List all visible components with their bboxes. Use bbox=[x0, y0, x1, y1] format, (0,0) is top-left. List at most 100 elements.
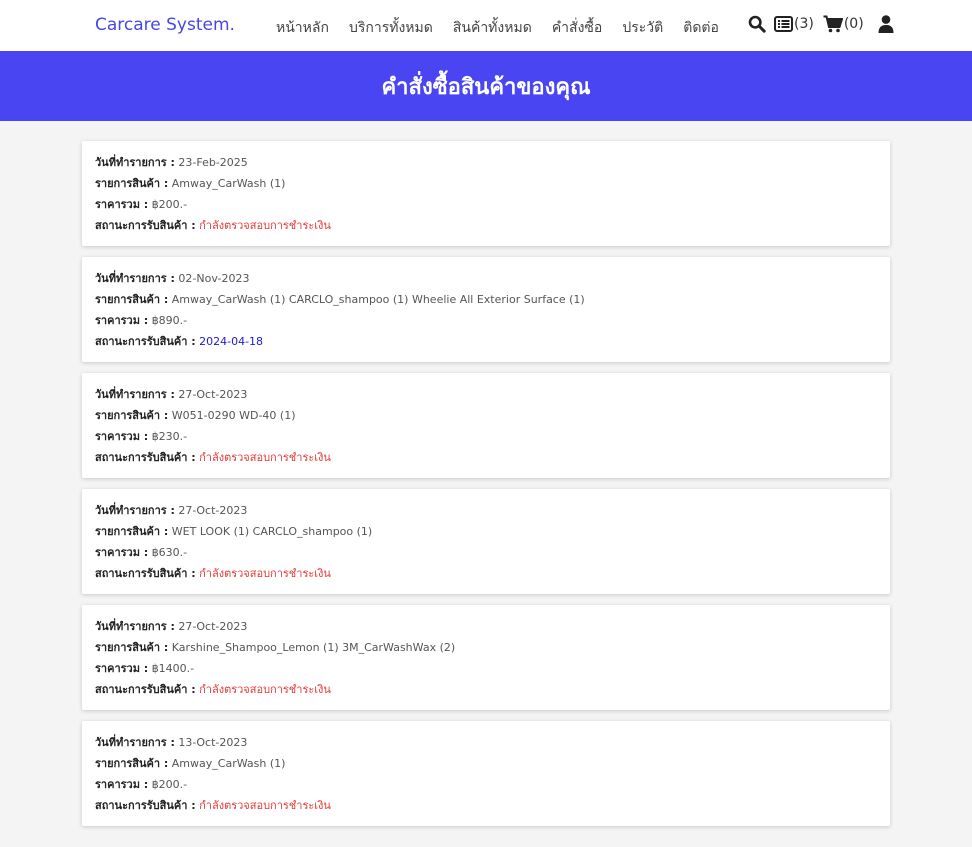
order-total-label: ราคารวม : bbox=[95, 778, 149, 791]
order-status-value: 2024-04-18 bbox=[199, 335, 264, 348]
page-title: คำสั่งซื้อสินค้าของคุณ bbox=[381, 74, 591, 100]
order-status-value: กำลังตรวจสอบการชำระเงิน bbox=[199, 799, 331, 812]
nav-history[interactable]: ประวัติ bbox=[612, 17, 673, 39]
order-total-row: ราคารวม : ฿1400.- bbox=[95, 659, 890, 680]
order-total-label: ราคารวม : bbox=[95, 430, 149, 443]
nav-all-products[interactable]: สินค้าทั้งหมด bbox=[443, 17, 542, 39]
order-items-label: รายการสินค้า : bbox=[95, 293, 169, 306]
order-list-button[interactable]: (3) bbox=[774, 16, 814, 32]
order-date-value: 23-Feb-2025 bbox=[178, 156, 248, 169]
order-total-value: ฿1400.- bbox=[151, 662, 195, 675]
order-status-row: สถานะการรับสินค้า : กำลังตรวจสอบการชำระเ… bbox=[95, 448, 890, 469]
cart-button[interactable]: (0) bbox=[823, 15, 864, 33]
order-card: วันที่ทำรายการ : 27-Oct-2023 รายการสินค้… bbox=[82, 489, 890, 594]
order-status-value: กำลังตรวจสอบการชำระเงิน bbox=[199, 451, 331, 464]
order-total-row: ราคารวม : ฿200.- bbox=[95, 195, 890, 216]
order-total-value: ฿200.- bbox=[151, 198, 188, 211]
nav-contact[interactable]: ติดต่อ bbox=[673, 17, 729, 39]
order-items-value: Amway_CarWash (1) bbox=[171, 757, 286, 770]
nav-icons: (3) (0) bbox=[748, 15, 894, 33]
order-date-value: 27-Oct-2023 bbox=[178, 388, 248, 401]
order-date-row: วันที่ทำรายการ : 23-Feb-2025 bbox=[95, 153, 890, 174]
order-total-row: ราคารวม : ฿200.- bbox=[95, 775, 890, 796]
order-items-value: WET LOOK (1) CARCLO_shampoo (1) bbox=[171, 525, 373, 538]
order-total-value: ฿890.- bbox=[151, 314, 188, 327]
order-status-row: สถานะการรับสินค้า : กำลังตรวจสอบการชำระเ… bbox=[95, 564, 890, 585]
order-total-label: ราคารวม : bbox=[95, 198, 149, 211]
brand-logo-link[interactable]: Carcare System. bbox=[95, 15, 235, 35]
search-icon bbox=[748, 15, 766, 33]
order-date-row: วันที่ทำรายการ : 02-Nov-2023 bbox=[95, 269, 890, 290]
order-card: วันที่ทำรายการ : 27-Oct-2023 รายการสินค้… bbox=[82, 373, 890, 478]
order-count-badge: (3) bbox=[794, 16, 814, 32]
order-status-value: กำลังตรวจสอบการชำระเงิน bbox=[199, 683, 331, 696]
order-total-row: ราคารวม : ฿890.- bbox=[95, 311, 890, 332]
order-items-row: รายการสินค้า : Amway_CarWash (1) bbox=[95, 174, 890, 195]
order-total-label: ราคารวม : bbox=[95, 546, 149, 559]
user-account-button[interactable] bbox=[878, 15, 894, 33]
nav-links: หน้าหลัก บริการทั้งหมด สินค้าทั้งหมด คำส… bbox=[266, 17, 729, 39]
order-date-value: 02-Nov-2023 bbox=[178, 272, 250, 285]
list-icon bbox=[774, 16, 793, 32]
order-card: วันที่ทำรายการ : 02-Nov-2023 รายการสินค้… bbox=[82, 257, 890, 362]
top-navbar: Carcare System. หน้าหลัก บริการทั้งหมด ส… bbox=[0, 0, 972, 51]
order-date-row: วันที่ทำรายการ : 27-Oct-2023 bbox=[95, 617, 890, 638]
order-status-label: สถานะการรับสินค้า : bbox=[95, 451, 196, 464]
order-date-label: วันที่ทำรายการ : bbox=[95, 736, 175, 749]
order-total-label: ราคารวม : bbox=[95, 662, 149, 675]
order-total-value: ฿200.- bbox=[151, 778, 188, 791]
order-total-value: ฿230.- bbox=[151, 430, 188, 443]
page-banner: คำสั่งซื้อสินค้าของคุณ bbox=[0, 51, 972, 121]
order-date-label: วันที่ทำรายการ : bbox=[95, 272, 175, 285]
order-card: วันที่ทำรายการ : 13-Oct-2023 รายการสินค้… bbox=[82, 721, 890, 826]
order-items-row: รายการสินค้า : Amway_CarWash (1) bbox=[95, 754, 890, 775]
order-status-label: สถานะการรับสินค้า : bbox=[95, 219, 196, 232]
order-date-row: วันที่ทำรายการ : 13-Oct-2023 bbox=[95, 733, 890, 754]
order-items-label: รายการสินค้า : bbox=[95, 409, 169, 422]
order-status-label: สถานะการรับสินค้า : bbox=[95, 335, 196, 348]
order-status-value: กำลังตรวจสอบการชำระเงิน bbox=[199, 567, 331, 580]
order-status-label: สถานะการรับสินค้า : bbox=[95, 683, 196, 696]
order-total-row: ราคารวม : ฿230.- bbox=[95, 427, 890, 448]
order-total-label: ราคารวม : bbox=[95, 314, 149, 327]
order-date-value: 27-Oct-2023 bbox=[178, 504, 248, 517]
user-icon bbox=[878, 15, 894, 33]
order-status-row: สถานะการรับสินค้า : กำลังตรวจสอบการชำระเ… bbox=[95, 796, 890, 817]
order-status-value: กำลังตรวจสอบการชำระเงิน bbox=[199, 219, 331, 232]
cart-icon bbox=[823, 15, 843, 33]
order-status-row: สถานะการรับสินค้า : 2024-04-18 bbox=[95, 332, 890, 353]
order-items-value: W051-0290 WD-40 (1) bbox=[171, 409, 296, 422]
order-items-value: Amway_CarWash (1) CARCLO_shampoo (1) Whe… bbox=[171, 293, 585, 306]
order-items-row: รายการสินค้า : Karshine_Shampoo_Lemon (1… bbox=[95, 638, 890, 659]
order-items-row: รายการสินค้า : Amway_CarWash (1) CARCLO_… bbox=[95, 290, 890, 311]
order-date-label: วันที่ทำรายการ : bbox=[95, 156, 175, 169]
order-date-label: วันที่ทำรายการ : bbox=[95, 388, 175, 401]
order-items-row: รายการสินค้า : WET LOOK (1) CARCLO_shamp… bbox=[95, 522, 890, 543]
order-items-row: รายการสินค้า : W051-0290 WD-40 (1) bbox=[95, 406, 890, 427]
order-items-value: Karshine_Shampoo_Lemon (1) 3M_CarWashWax… bbox=[171, 641, 456, 654]
order-items-label: รายการสินค้า : bbox=[95, 177, 169, 190]
order-date-label: วันที่ทำรายการ : bbox=[95, 504, 175, 517]
order-items-label: รายการสินค้า : bbox=[95, 525, 169, 538]
order-items-label: รายการสินค้า : bbox=[95, 757, 169, 770]
nav-home[interactable]: หน้าหลัก bbox=[266, 17, 339, 39]
order-date-row: วันที่ทำรายการ : 27-Oct-2023 bbox=[95, 501, 890, 522]
order-card: วันที่ทำรายการ : 23-Feb-2025 รายการสินค้… bbox=[82, 141, 890, 246]
order-total-row: ราคารวม : ฿630.- bbox=[95, 543, 890, 564]
cart-count-badge: (0) bbox=[843, 16, 864, 32]
nav-all-services[interactable]: บริการทั้งหมด bbox=[339, 17, 443, 39]
order-date-label: วันที่ทำรายการ : bbox=[95, 620, 175, 633]
order-list: วันที่ทำรายการ : 23-Feb-2025 รายการสินค้… bbox=[82, 141, 890, 837]
search-button[interactable] bbox=[748, 15, 766, 33]
order-status-label: สถานะการรับสินค้า : bbox=[95, 799, 196, 812]
nav-orders[interactable]: คำสั่งซื้อ bbox=[542, 17, 613, 39]
order-date-value: 27-Oct-2023 bbox=[178, 620, 248, 633]
order-items-label: รายการสินค้า : bbox=[95, 641, 169, 654]
order-items-value: Amway_CarWash (1) bbox=[171, 177, 286, 190]
order-status-row: สถานะการรับสินค้า : กำลังตรวจสอบการชำระเ… bbox=[95, 680, 890, 701]
order-date-value: 13-Oct-2023 bbox=[178, 736, 248, 749]
order-status-label: สถานะการรับสินค้า : bbox=[95, 567, 196, 580]
order-status-row: สถานะการรับสินค้า : กำลังตรวจสอบการชำระเ… bbox=[95, 216, 890, 237]
order-total-value: ฿630.- bbox=[151, 546, 188, 559]
order-date-row: วันที่ทำรายการ : 27-Oct-2023 bbox=[95, 385, 890, 406]
